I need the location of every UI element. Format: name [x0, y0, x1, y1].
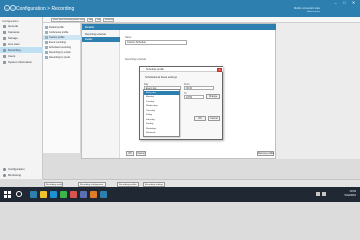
- taskbar-app-icon[interactable]: [60, 191, 67, 198]
- recording-icon: [3, 48, 6, 52]
- sidebar-item-monitoring[interactable]: Monitoring: [0, 172, 43, 178]
- profile-icon: [45, 31, 48, 34]
- sidebar: Configuration General Cameras Storage Li…: [0, 17, 43, 179]
- profiles-list: Default profile Continuous profile Custo…: [43, 23, 81, 153]
- taskbar: 10:54 5/12/2016: [0, 187, 360, 202]
- connection-status: Mobile connection slow: [294, 7, 320, 10]
- profile-icon: [45, 36, 48, 39]
- profile-icon: [45, 56, 48, 59]
- add-profile-button[interactable]: Add: [87, 18, 93, 22]
- taskbar-app-icon[interactable]: [100, 191, 107, 198]
- remove-profile-bottom-button[interactable]: Remove profile: [257, 151, 274, 156]
- clock-date: 5/12/2016: [344, 194, 356, 197]
- recording-profiles-button[interactable]: Recording profiles: [117, 181, 139, 187]
- recording-enabled-button[interactable]: Recording enabled: [44, 181, 63, 187]
- profile-icon: [45, 46, 48, 49]
- live-view-icon: [3, 42, 6, 46]
- system-clock[interactable]: 10:54 5/12/2016: [344, 190, 356, 198]
- sidebar-item-system-information[interactable]: System information: [0, 59, 43, 65]
- day-dropdown-list: Every day Monday Tuesday Wednesday Thurs…: [143, 89, 180, 137]
- profile-icon: [45, 51, 48, 54]
- taskbar-app-icon[interactable]: [40, 191, 47, 198]
- profile-name-input[interactable]: Enter new recording profile name: [51, 18, 85, 22]
- general-icon: [3, 24, 6, 28]
- close-button[interactable]: ✕: [349, 1, 358, 6]
- dialog-titlebar: Schedule profile ✕: [140, 67, 223, 72]
- dialog-cancel-button[interactable]: Cancel: [208, 116, 220, 121]
- info-icon: [3, 60, 6, 64]
- camera-icon: [3, 30, 6, 34]
- cancel-button[interactable]: Cancel: [136, 151, 146, 156]
- network-icon[interactable]: [316, 192, 320, 196]
- taskbar-app-icon[interactable]: [80, 191, 87, 198]
- taskbar-app-icon[interactable]: [70, 191, 77, 198]
- users-icon: [3, 54, 6, 58]
- ok-button[interactable]: OK: [126, 151, 134, 156]
- schedule-label: Recording schedule: [125, 58, 147, 61]
- window-title: Configuration > Recording: [16, 6, 75, 12]
- taskbar-app-icon[interactable]: [90, 191, 97, 198]
- details-nav-item[interactable]: Details: [82, 37, 120, 42]
- remove-profile-button[interactable]: Remove: [103, 18, 114, 22]
- profile-icon: [45, 26, 48, 29]
- name-field[interactable]: Custom Schedule: [125, 40, 187, 45]
- search-icon[interactable]: [16, 191, 22, 197]
- windows-start-icon[interactable]: [4, 191, 11, 198]
- dropdown-option[interactable]: Weekend: [144, 131, 180, 135]
- edit-profile-button[interactable]: Edit: [95, 18, 101, 22]
- dialog-subtitle: Scheduled at these settings: [145, 76, 177, 79]
- maximize-button[interactable]: □: [340, 1, 349, 6]
- taskbar-app-icon[interactable]: [30, 191, 37, 198]
- to-time-field[interactable]: 23:59: [184, 95, 204, 99]
- recording-configuration-button[interactable]: Recording configuration: [78, 181, 106, 187]
- list-item[interactable]: Recording by inputs: [43, 55, 81, 60]
- dialog-ok-button[interactable]: OK: [194, 116, 206, 121]
- name-label: Name: [125, 36, 132, 39]
- dialog-title: Schedule profile: [146, 68, 164, 72]
- gear-icon: [3, 167, 6, 171]
- recording-settings-button[interactable]: Recording settings: [143, 181, 165, 187]
- taskbar-app-icon[interactable]: [50, 191, 57, 198]
- from-time-field[interactable]: 00:00: [184, 86, 214, 90]
- minimize-button[interactable]: –: [331, 1, 340, 6]
- title-bar: ‹ › Configuration > Recording Mobile con…: [0, 0, 360, 17]
- bottom-toolbar: Recording enabled Recording configuratio…: [43, 179, 360, 187]
- change-button[interactable]: Change: [206, 94, 220, 99]
- profile-icon: [45, 41, 48, 44]
- user-name: Administrator: [307, 11, 320, 13]
- volume-icon[interactable]: [322, 192, 326, 196]
- monitor-icon: [3, 173, 6, 177]
- storage-icon: [3, 36, 6, 40]
- dialog-close-button[interactable]: ✕: [217, 67, 222, 72]
- right-margin: [276, 23, 360, 159]
- details-nav: Recording schedule Details: [82, 30, 120, 158]
